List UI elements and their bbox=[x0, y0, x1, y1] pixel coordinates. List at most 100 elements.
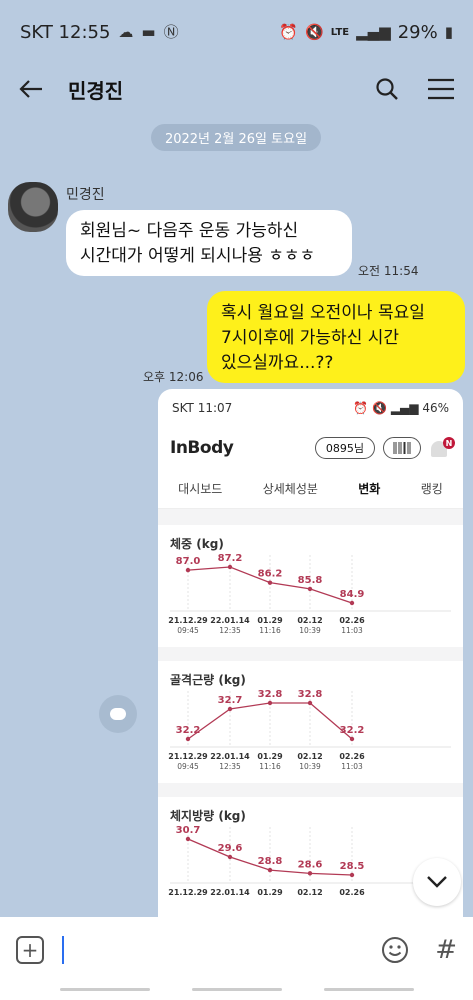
x-tick-label: 01.29 bbox=[257, 752, 283, 761]
attach-button[interactable]: + bbox=[16, 936, 44, 964]
data-label: 32.7 bbox=[218, 695, 243, 706]
emoji-icon[interactable] bbox=[381, 936, 409, 964]
x-tick-label: 21.12.29 bbox=[168, 888, 208, 897]
back-arrow-icon[interactable] bbox=[18, 78, 44, 100]
user-pill: 0895님 bbox=[314, 437, 375, 459]
data-point bbox=[267, 700, 273, 706]
x-tick-label: 02.26 bbox=[339, 616, 365, 625]
bell-icon: N bbox=[429, 437, 455, 459]
data-label: 32.2 bbox=[176, 725, 201, 736]
sender-name: 민경진 bbox=[66, 187, 105, 203]
shared-image[interactable]: SKT 11:07 ⏰ 🔇 ▂▄▆ 46% InBody 0895님 N 대시보… bbox=[158, 389, 463, 919]
outgoing-line-2: 7시이후에 가능하신 시간 bbox=[221, 328, 400, 348]
tab-3: 랭킹 bbox=[420, 482, 443, 496]
notification-badge: N bbox=[443, 437, 455, 449]
x-tick-label: 01.29 bbox=[257, 888, 283, 897]
outgoing-message[interactable]: 혹시 월요일 오전이나 목요일 7시이후에 가능하신 시간 있으실까요...?? bbox=[207, 291, 465, 383]
incoming-line-1: 회원님~ 다음주 운동 가능하신 bbox=[80, 221, 299, 241]
data-point bbox=[307, 586, 313, 592]
x-tick-label: 22.01.14 bbox=[210, 616, 250, 625]
x-tick-time: 09:45 bbox=[177, 626, 199, 635]
x-tick-label: 02.26 bbox=[339, 752, 365, 761]
outgoing-line-1: 혹시 월요일 오전이나 목요일 bbox=[221, 303, 425, 323]
muscle-chart: 32.2 21.12.29 09:45 32.7 22.01.14 12:35 32.8 01… bbox=[158, 661, 463, 783]
incoming-message[interactable]: 회원님~ 다음주 운동 가능하신 시간대가 어떻게 되시나용 ㅎㅎㅎ bbox=[66, 210, 352, 276]
chart-title: 골격근량 (kg) bbox=[170, 673, 246, 687]
lte-indicator: LTE bbox=[330, 26, 350, 38]
inbody-logo: InBody bbox=[170, 438, 234, 458]
data-point bbox=[349, 872, 355, 878]
cloud-icon: ☁ bbox=[118, 22, 134, 41]
data-label: 32.2 bbox=[340, 725, 365, 736]
image-battery-percent: 46% bbox=[422, 401, 449, 415]
search-icon[interactable] bbox=[375, 77, 399, 101]
barcode-icon bbox=[383, 437, 421, 459]
message-input[interactable] bbox=[62, 936, 64, 964]
image-battery: ⏰ 🔇 ▂▄▆ 46% bbox=[353, 401, 449, 415]
tab-2: 변화 bbox=[358, 482, 381, 496]
data-label: 28.5 bbox=[340, 861, 365, 872]
x-tick-time: 10:39 bbox=[299, 626, 321, 635]
x-tick-label: 22.01.14 bbox=[210, 752, 250, 761]
data-label: 28.6 bbox=[298, 859, 323, 870]
incoming-time: 오전 11:54 bbox=[358, 264, 419, 278]
status-bar: SKT 12:55 ☁ ▬ Ⓝ ⏰ 🔇 LTE ▂▄▆ 29% ▮ bbox=[0, 0, 473, 64]
x-tick-time: 11:16 bbox=[259, 762, 281, 771]
data-label: 29.6 bbox=[218, 843, 243, 854]
outgoing-line-3: 있으실까요...?? bbox=[221, 353, 334, 373]
menu-icon[interactable] bbox=[427, 78, 455, 100]
x-tick-time: 09:45 bbox=[177, 762, 199, 771]
x-tick-time: 11:16 bbox=[259, 626, 281, 635]
data-point bbox=[267, 580, 273, 585]
alarm-icon: ⏰ bbox=[279, 22, 299, 41]
weight-chart: 87.0 21.12.29 09:45 87.2 22.01.14 12:35 86.2 01… bbox=[158, 525, 463, 647]
mute-icon: 🔇 bbox=[305, 22, 324, 41]
data-point bbox=[349, 736, 355, 742]
data-label: 86.2 bbox=[258, 569, 283, 580]
data-label: 85.8 bbox=[298, 575, 323, 586]
data-point bbox=[307, 871, 313, 876]
image-status-bar: SKT 11:07 ⏰ 🔇 ▂▄▆ 46% bbox=[158, 389, 463, 427]
tab-0: 대시보드 bbox=[178, 482, 223, 496]
avatar[interactable] bbox=[8, 182, 58, 232]
data-label: 28.8 bbox=[258, 856, 283, 867]
x-tick-time: 11:03 bbox=[341, 762, 363, 771]
scroll-down-button[interactable] bbox=[413, 858, 461, 906]
inbody-tabs: 대시보드 상세체성분 변화 랭킹 bbox=[158, 469, 463, 509]
carrier-time: SKT 12:55 bbox=[20, 21, 111, 43]
image-carrier-time: SKT 11:07 bbox=[172, 401, 233, 415]
nav-bar bbox=[0, 983, 473, 1000]
data-label: 32.8 bbox=[258, 689, 283, 700]
data-point bbox=[307, 700, 313, 706]
date-divider: 2022년 2월 26일 토요일 bbox=[151, 124, 321, 151]
x-tick-label: 22.01.14 bbox=[210, 888, 250, 897]
x-tick-label: 02.12 bbox=[297, 616, 322, 625]
data-label: 87.2 bbox=[218, 553, 243, 564]
message-icon: ▬ bbox=[141, 22, 156, 41]
inbody-header: InBody 0895님 N bbox=[158, 427, 463, 469]
chat-title: 민경진 bbox=[68, 78, 124, 103]
data-point bbox=[227, 564, 233, 570]
data-point bbox=[267, 867, 273, 873]
data-label: 32.8 bbox=[298, 689, 323, 700]
battery-percent: 29% bbox=[397, 21, 438, 43]
signal-icon: ▂▄▆ bbox=[356, 22, 391, 41]
x-tick-time: 12:35 bbox=[219, 762, 241, 771]
x-tick-label: 02.26 bbox=[339, 888, 365, 897]
share-bubble-button[interactable] bbox=[99, 695, 137, 733]
data-point bbox=[185, 567, 191, 573]
data-point bbox=[185, 836, 191, 842]
incoming-line-2: 시간대가 어떻게 되시나용 ㅎㅎㅎ bbox=[80, 246, 316, 266]
battery-icon: ▮ bbox=[444, 22, 453, 41]
x-tick-label: 02.12 bbox=[297, 888, 322, 897]
chart-title: 체지방량 (kg) bbox=[170, 809, 246, 823]
hashtag-button[interactable]: # bbox=[435, 935, 457, 965]
body-fat-chart: 30.7 21.12.29 29.6 22.01.14 28.8 01.29 28.6 02.… bbox=[158, 797, 463, 919]
data-point bbox=[227, 706, 233, 712]
data-point bbox=[227, 854, 233, 860]
data-label: 84.9 bbox=[340, 589, 365, 600]
x-tick-time: 11:03 bbox=[341, 626, 363, 635]
x-tick-label: 21.12.29 bbox=[168, 752, 208, 761]
x-tick-time: 12:35 bbox=[219, 626, 241, 635]
data-label: 30.7 bbox=[176, 825, 201, 836]
